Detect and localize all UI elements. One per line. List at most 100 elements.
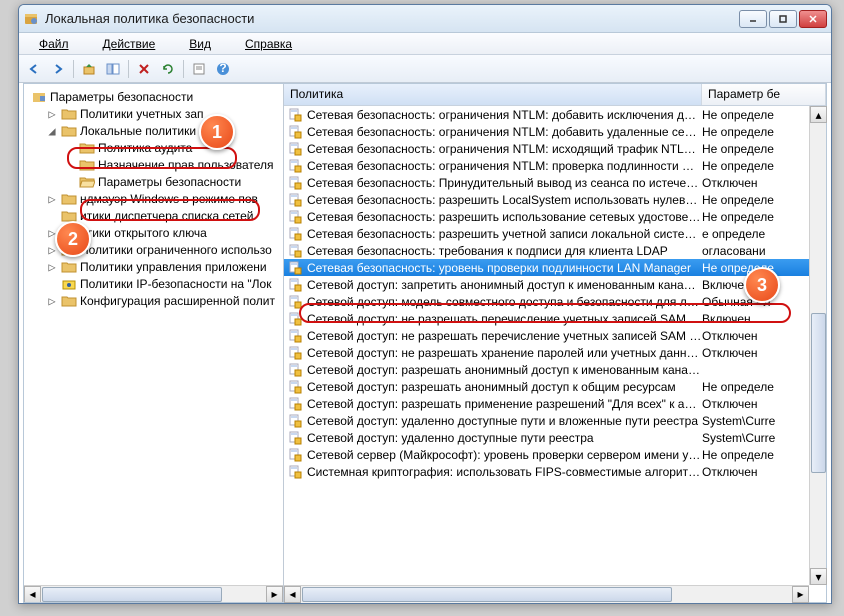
policy-icon bbox=[288, 244, 304, 258]
policy-row[interactable]: Сетевой доступ: не разрешать перечислени… bbox=[284, 327, 826, 344]
policy-icon bbox=[288, 125, 304, 139]
policy-value: System\Curre bbox=[702, 431, 826, 445]
policy-row[interactable]: Сетевой доступ: удаленно доступные пути … bbox=[284, 429, 826, 446]
window-title: Локальная политика безопасности bbox=[45, 11, 739, 26]
policy-name: Сетевая безопасность: требования к подпи… bbox=[307, 244, 702, 258]
scroll-up-icon[interactable]: ▴ bbox=[810, 106, 827, 123]
tree-root[interactable]: Параметры безопасности bbox=[24, 88, 283, 105]
expand-icon[interactable]: ▷ bbox=[46, 294, 58, 308]
folder-icon bbox=[79, 141, 95, 155]
close-button[interactable] bbox=[799, 10, 827, 28]
policy-row[interactable]: Системная криптография: использовать FIP… bbox=[284, 463, 826, 480]
tree-label: Конфигурация расширенной полит bbox=[80, 294, 275, 308]
scroll-left-icon[interactable]: ◂ bbox=[284, 586, 301, 603]
policy-name: Сетевая безопасность: уровень проверки п… bbox=[307, 261, 702, 275]
scroll-down-icon[interactable]: ▾ bbox=[810, 568, 827, 585]
policy-name: Сетевой доступ: разрешать анонимный дост… bbox=[307, 363, 702, 377]
menu-file[interactable]: Файл bbox=[23, 35, 85, 53]
policy-row[interactable]: Сетевой доступ: не разрешать хранение па… bbox=[284, 344, 826, 361]
refresh-button[interactable] bbox=[157, 58, 179, 80]
policy-row[interactable]: Сетевая безопасность: разрешить LocalSys… bbox=[284, 191, 826, 208]
marker-3: 3 bbox=[744, 267, 780, 303]
menubar: Файл Действие Вид Справка bbox=[19, 33, 831, 55]
policy-name: Сетевой сервер (Майкрософт): уровень про… bbox=[307, 448, 702, 462]
policy-row[interactable]: Сетевая безопасность: разрешить учетной … bbox=[284, 225, 826, 242]
tree-node[interactable]: ▷ндмауэр Windows в режиме пов bbox=[24, 190, 283, 207]
policy-value: Не определе bbox=[702, 125, 826, 139]
app-icon bbox=[23, 11, 39, 27]
policy-icon bbox=[288, 261, 304, 275]
policy-value: Не определе bbox=[702, 108, 826, 122]
tree-node[interactable]: ▷Политики учетных зап bbox=[24, 105, 283, 122]
expand-icon[interactable]: ▷ bbox=[46, 107, 58, 121]
list-header: Политика Параметр бе bbox=[284, 84, 826, 106]
scroll-right-icon[interactable]: ▸ bbox=[792, 586, 809, 603]
policy-row[interactable]: Сетевая безопасность: уровень проверки п… bbox=[284, 259, 826, 276]
policy-icon bbox=[288, 176, 304, 190]
maximize-button[interactable] bbox=[769, 10, 797, 28]
column-param[interactable]: Параметр бе bbox=[702, 84, 826, 105]
list-hscroll[interactable]: ◂ ▸ bbox=[284, 585, 809, 602]
scroll-left-icon[interactable]: ◂ bbox=[24, 586, 41, 603]
policy-row[interactable]: Сетевая безопасность: ограничения NTLM: … bbox=[284, 106, 826, 123]
policy-value: е определе bbox=[702, 227, 826, 241]
policy-name: Сетевая безопасность: ограничения NTLM: … bbox=[307, 108, 702, 122]
delete-button[interactable] bbox=[133, 58, 155, 80]
tree-node[interactable]: итики диспетчера списка сетей bbox=[24, 207, 283, 224]
policy-icon bbox=[288, 431, 304, 445]
column-policy[interactable]: Политика bbox=[284, 84, 702, 105]
policy-row[interactable]: Сетевая безопасность: требования к подпи… bbox=[284, 242, 826, 259]
tree-node[interactable]: ▷ Конфигурация расширенной полит bbox=[24, 292, 283, 309]
titlebar[interactable]: Локальная политика безопасности bbox=[19, 5, 831, 33]
list-vscroll[interactable]: ▴ ▾ bbox=[809, 106, 826, 585]
policy-row[interactable]: Сетевой доступ: модель совместного досту… bbox=[284, 293, 826, 310]
window: Локальная политика безопасности Файл Дей… bbox=[18, 4, 832, 604]
tree-node[interactable]: ▷Политики управления приложени bbox=[24, 258, 283, 275]
show-tree-button[interactable] bbox=[102, 58, 124, 80]
marker-2: 2 bbox=[55, 221, 91, 257]
policy-value: Отключен bbox=[702, 346, 826, 360]
tree-node[interactable]: Политики IP-безопасности на "Лок bbox=[24, 275, 283, 292]
policy-row[interactable]: Сетевая безопасность: разрешить использо… bbox=[284, 208, 826, 225]
policy-name: Сетевая безопасность: ограничения NTLM: … bbox=[307, 142, 702, 156]
policy-row[interactable]: Сетевая безопасность: ограничения NTLM: … bbox=[284, 140, 826, 157]
policy-icon bbox=[288, 346, 304, 360]
folder-icon bbox=[61, 107, 77, 121]
policy-name: Сетевой доступ: не разрешать хранение па… bbox=[307, 346, 702, 360]
svg-text:?: ? bbox=[219, 62, 226, 75]
menu-view[interactable]: Вид bbox=[173, 35, 227, 53]
up-button[interactable] bbox=[78, 58, 100, 80]
policy-row[interactable]: Сетевая безопасность: ограничения NTLM: … bbox=[284, 123, 826, 140]
folder-icon bbox=[79, 158, 95, 172]
menu-help[interactable]: Справка bbox=[229, 35, 308, 53]
tree-node[interactable]: ◢Локальные политики bbox=[24, 122, 283, 139]
policy-row[interactable]: Сетевая безопасность: Принудительный выв… bbox=[284, 174, 826, 191]
tree-node[interactable]: Политика аудита bbox=[24, 139, 283, 156]
list-panel: Политика Параметр бе Сетевая безопасност… bbox=[284, 84, 826, 602]
forward-button[interactable] bbox=[47, 58, 69, 80]
policy-row[interactable]: Сетевой доступ: разрешать анонимный дост… bbox=[284, 378, 826, 395]
expand-icon[interactable]: ▷ bbox=[46, 192, 58, 206]
expand-icon[interactable]: ◢ bbox=[46, 124, 58, 138]
policy-row[interactable]: Сетевой доступ: удаленно доступные пути … bbox=[284, 412, 826, 429]
tree-node[interactable]: Назначение прав пользователя bbox=[24, 156, 283, 173]
expand-icon[interactable]: ▷ bbox=[46, 260, 58, 274]
main-panel: Параметры безопасности▷Политики учетных … bbox=[23, 83, 827, 603]
tree-hscroll[interactable]: ◂ ▸ bbox=[24, 585, 283, 602]
folder-icon bbox=[61, 260, 77, 274]
policy-row[interactable]: Сетевой сервер (Майкрософт): уровень про… bbox=[284, 446, 826, 463]
help-button[interactable]: ? bbox=[212, 58, 234, 80]
minimize-button[interactable] bbox=[739, 10, 767, 28]
back-button[interactable] bbox=[23, 58, 45, 80]
policy-row[interactable]: Сетевой доступ: разрешать анонимный дост… bbox=[284, 361, 826, 378]
policy-row[interactable]: Сетевой доступ: не разрешать перечислени… bbox=[284, 310, 826, 327]
folder-icon bbox=[61, 192, 77, 206]
export-button[interactable] bbox=[188, 58, 210, 80]
policy-row[interactable]: Сетевая безопасность: ограничения NTLM: … bbox=[284, 157, 826, 174]
scroll-right-icon[interactable]: ▸ bbox=[266, 586, 283, 603]
menu-action[interactable]: Действие bbox=[87, 35, 172, 53]
folder-icon bbox=[79, 175, 95, 189]
policy-row[interactable]: Сетевой доступ: разрешать применение раз… bbox=[284, 395, 826, 412]
tree-node[interactable]: Параметры безопасности bbox=[24, 173, 283, 190]
policy-value: Включен bbox=[702, 312, 826, 326]
